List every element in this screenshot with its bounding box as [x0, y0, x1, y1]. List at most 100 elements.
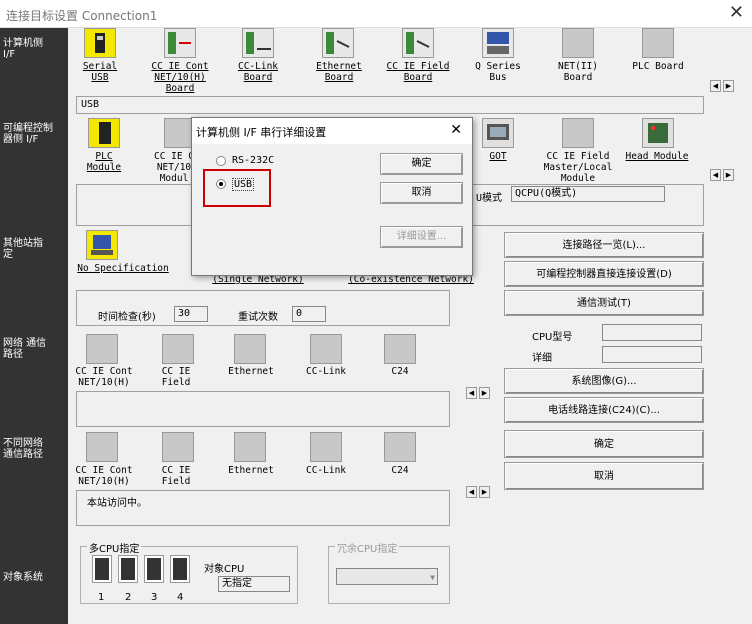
plc-board-label[interactable]: PLC Board — [632, 61, 684, 72]
plc-module-icon[interactable] — [88, 118, 120, 148]
close-icon[interactable]: ✕ — [729, 2, 744, 23]
route-cc-ie-field-icon[interactable] — [162, 334, 194, 364]
cpu-number-4: 4 — [177, 592, 184, 603]
retry-input[interactable]: 0 — [292, 306, 326, 322]
detail-label: 详细 — [532, 353, 552, 364]
time-check-input[interactable]: 30 — [174, 306, 208, 322]
system-image-button[interactable]: 系统图像(G)... — [504, 368, 704, 394]
route-cc-link-label[interactable]: CC-Link — [298, 366, 354, 377]
sidebar-target-system: 对象系统 — [3, 572, 43, 583]
cc-ie-cont-board-label[interactable]: CC IE Cont NET/10(H) Board — [146, 61, 214, 94]
plc-module-label[interactable]: PLC Module — [78, 151, 130, 173]
cpu-2-icon[interactable] — [118, 555, 138, 583]
head-module-label[interactable]: Head Module — [620, 151, 694, 162]
net-ii-board-label[interactable]: NET(II) Board — [552, 61, 604, 83]
cancel-button[interactable]: 取消 — [504, 462, 704, 490]
sidebar-diff-network: 不同网络 通信路径 — [3, 438, 43, 460]
plc-mode-label: U模式 — [476, 193, 503, 204]
no-specification-icon[interactable] — [86, 230, 118, 260]
diff-ethernet-label[interactable]: Ethernet — [222, 465, 280, 476]
rs232c-radio[interactable] — [216, 156, 226, 166]
route-cc-ie-cont-label[interactable]: CC IE Cont NET/10(H) — [74, 366, 134, 388]
got-icon[interactable] — [482, 118, 514, 148]
diff-c24-label[interactable]: C24 — [374, 465, 426, 476]
ethernet-board-label[interactable]: Ethernet Board — [310, 61, 368, 83]
time-check-label: 时间检查(秒) — [98, 312, 156, 323]
cc-ie-field-module-icon[interactable] — [562, 118, 594, 148]
got-label[interactable]: GOT — [472, 151, 524, 162]
q-series-bus-label[interactable]: Q Series Bus — [472, 61, 524, 83]
cpu-number-2: 2 — [125, 592, 132, 603]
plc-scroll-left-icon[interactable]: ◀ — [710, 169, 721, 181]
ok-button[interactable]: 确定 — [504, 430, 704, 458]
dialog-cancel-button[interactable]: 取消 — [380, 182, 463, 204]
cpu-1-icon[interactable] — [92, 555, 112, 583]
cpu-model-field — [602, 324, 702, 341]
no-specification-label[interactable]: No Specification — [72, 263, 174, 274]
diff-network-status: 本站访问中。 — [76, 490, 450, 526]
target-cpu-label: 对象CPU — [204, 564, 245, 575]
route-cc-ie-cont-icon[interactable] — [86, 334, 118, 364]
cc-ie-field-board-label[interactable]: CC IE Field Board — [382, 61, 454, 83]
dialog-ok-button[interactable]: 确定 — [380, 153, 463, 175]
window-title: 连接目标设置 Connection1 — [6, 9, 158, 23]
diff-c24-icon[interactable] — [384, 432, 416, 462]
diff-cc-ie-field-label[interactable]: CC IE Field — [150, 465, 202, 487]
dialog-title-bar: 计算机侧 I/F 串行详细设置 ✕ — [192, 118, 472, 144]
usb-label[interactable]: USB — [232, 178, 255, 191]
cc-ie-field-board-icon[interactable] — [402, 28, 434, 58]
sidebar-network-route: 网络 通信路径 — [3, 338, 47, 360]
head-module-icon[interactable] — [642, 118, 674, 148]
comm-test-button[interactable]: 通信测试(T) — [504, 290, 704, 316]
multi-cpu-caption: 多CPU指定 — [87, 540, 142, 555]
cc-ie-cont-board-icon[interactable] — [164, 28, 196, 58]
serial-usb-label[interactable]: Serial USB — [76, 61, 124, 83]
route-cc-link-icon[interactable] — [310, 334, 342, 364]
plc-scroll-right-icon[interactable]: ▶ — [723, 169, 734, 181]
route-c24-label[interactable]: C24 — [374, 366, 426, 377]
redundant-cpu-select[interactable]: ▼ — [336, 568, 438, 585]
serial-detail-dialog: 计算机侧 I/F 串行详细设置 ✕ RS-232C USB 确定 取消 详细设置… — [191, 117, 473, 276]
plc-mode-value: QCPU(Q模式) — [511, 186, 665, 202]
diff-cc-link-icon[interactable] — [310, 432, 342, 462]
cc-link-board-label[interactable]: CC-Link Board — [232, 61, 284, 83]
cc-ie-field-module-label[interactable]: CC IE Field Master/Local Module — [534, 151, 622, 184]
route-ethernet-label[interactable]: Ethernet — [222, 366, 280, 377]
dialog-detail-button[interactable]: 详细设置... — [380, 226, 463, 248]
diff-cc-ie-cont-icon[interactable] — [86, 432, 118, 462]
cpu-number-3: 3 — [151, 592, 158, 603]
route-scroll-right-icon[interactable]: ▶ — [479, 387, 490, 399]
route-cc-ie-field-label[interactable]: CC IE Field — [150, 366, 202, 388]
plc-board-icon[interactable] — [642, 28, 674, 58]
cpu-number-1: 1 — [98, 592, 105, 603]
usb-radio[interactable] — [216, 179, 226, 189]
target-cpu-value: 无指定 — [218, 576, 290, 592]
scroll-right-icon[interactable]: ▶ — [723, 80, 734, 92]
diff-ethernet-icon[interactable] — [234, 432, 266, 462]
scroll-left-icon[interactable]: ◀ — [710, 80, 721, 92]
diff-scroll-left-icon[interactable]: ◀ — [466, 486, 477, 498]
route-c24-icon[interactable] — [384, 334, 416, 364]
phone-line-button[interactable]: 电话线路连接(C24)(C)... — [504, 397, 704, 423]
diff-cc-link-label[interactable]: CC-Link — [298, 465, 354, 476]
rs232c-label[interactable]: RS-232C — [232, 155, 274, 166]
serial-usb-icon[interactable] — [84, 28, 116, 58]
diff-cc-ie-field-icon[interactable] — [162, 432, 194, 462]
route-scroll-left-icon[interactable]: ◀ — [466, 387, 477, 399]
diff-cc-ie-cont-label[interactable]: CC IE Cont NET/10(H) — [74, 465, 134, 487]
dialog-close-icon[interactable]: ✕ — [450, 122, 462, 138]
net-ii-board-icon[interactable] — [562, 28, 594, 58]
diff-scroll-right-icon[interactable]: ▶ — [479, 486, 490, 498]
cpu-model-label: CPU型号 — [532, 332, 573, 343]
cpu-4-icon[interactable] — [170, 555, 190, 583]
cpu-3-icon[interactable] — [144, 555, 164, 583]
cc-link-board-icon[interactable] — [242, 28, 274, 58]
ethernet-board-icon[interactable] — [322, 28, 354, 58]
route-list-button[interactable]: 连接路径一览(L)... — [504, 232, 704, 258]
route-ethernet-icon[interactable] — [234, 334, 266, 364]
title-bar: 连接目标设置 Connection1 ✕ — [0, 0, 752, 28]
chevron-down-icon[interactable]: ▼ — [430, 571, 435, 584]
connection-settings-window: 连接目标设置 Connection1 ✕ 计算机侧 I/F 可编程控制器侧 I/… — [0, 0, 752, 624]
q-series-bus-icon[interactable] — [482, 28, 514, 58]
direct-connection-button[interactable]: 可编程控制器直接连接设置(D) — [504, 261, 704, 287]
